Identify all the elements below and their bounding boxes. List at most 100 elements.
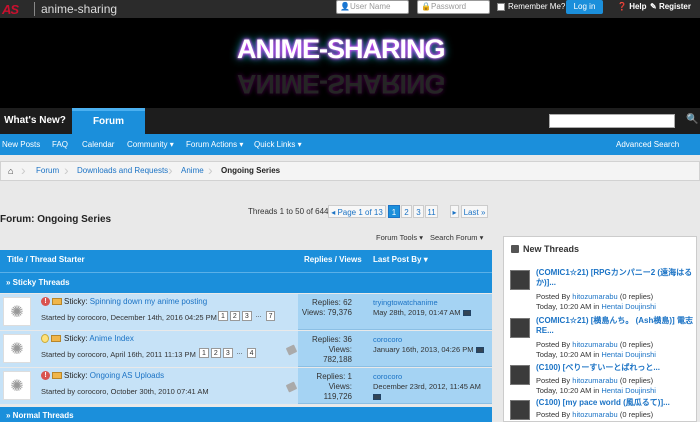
page-button-1[interactable]: 1 bbox=[388, 205, 400, 218]
poster-link[interactable]: hitozumarabu bbox=[572, 292, 617, 301]
breadcrumb-current: Ongoing Series bbox=[221, 166, 281, 175]
sticky-prefix: Sticky: bbox=[64, 334, 88, 343]
subnav-new-posts[interactable]: New Posts bbox=[2, 134, 40, 155]
last-post-user[interactable]: corocoro bbox=[373, 372, 481, 382]
sticky-threads-header[interactable]: » Sticky Threads bbox=[0, 272, 492, 293]
banner-reflection: ANIME-SHARING bbox=[237, 69, 445, 99]
last-post-date: December 23rd, 2012, 11:45 AM bbox=[373, 382, 481, 391]
community-label: Community bbox=[127, 140, 168, 149]
normal-threads-label: » Normal Threads bbox=[6, 411, 74, 420]
mini-page-1[interactable]: 1 bbox=[218, 311, 228, 321]
thread-thumbnail[interactable]: ✺ bbox=[3, 334, 31, 363]
logo-name: anime-sharing bbox=[41, 2, 118, 16]
top-bar: AS anime-sharing 👤 User Name 🔒 Password Re… bbox=[0, 0, 700, 18]
thread-avatar[interactable] bbox=[510, 318, 530, 338]
remember-label: Remember Me? bbox=[508, 2, 566, 11]
subnav-quick-links[interactable]: Quick Links ▾ bbox=[254, 134, 302, 155]
page-button-3[interactable]: 3 bbox=[413, 205, 424, 218]
normal-threads-header[interactable]: » Normal Threads bbox=[0, 407, 492, 422]
thread-starter: Started by corocoro, October 30th, 2010 … bbox=[41, 387, 209, 396]
go-to-post-icon[interactable] bbox=[475, 347, 484, 354]
forum-link[interactable]: Hentai Doujinshi bbox=[601, 302, 656, 311]
mini-page-last[interactable]: 7 bbox=[265, 311, 276, 321]
sidebar-thread-title[interactable]: (C100) [べりーすいーとぱれっと... bbox=[536, 363, 694, 373]
table-row: ✺ ! Sticky: Spinning down my anime posti… bbox=[0, 294, 492, 330]
thread-thumbnail[interactable]: ✺ bbox=[3, 371, 31, 400]
folder-icon bbox=[52, 298, 62, 305]
breadcrumb-separator: › bbox=[168, 162, 173, 178]
col-lastpost[interactable]: Last Post By ▾ bbox=[373, 250, 428, 270]
subnav-faq[interactable]: FAQ bbox=[52, 134, 68, 155]
forum-tools-dropdown[interactable]: Forum Tools ▾ bbox=[376, 233, 423, 242]
views-label: Views: bbox=[328, 345, 352, 354]
last-post-user[interactable]: tryingtowatchanime bbox=[373, 298, 471, 308]
banner-title[interactable]: ANIME-SHARING bbox=[237, 34, 445, 65]
chevron-down-icon: ▾ bbox=[239, 140, 244, 149]
col-replies[interactable]: Replies / Views bbox=[304, 250, 362, 270]
thread-avatar[interactable] bbox=[510, 270, 530, 290]
double-chevron-icon: » bbox=[480, 208, 486, 217]
forum-link[interactable]: Hentai Doujinshi bbox=[601, 350, 656, 359]
mini-page-2[interactable]: 2 bbox=[229, 311, 240, 321]
nav-forum[interactable]: Forum bbox=[72, 108, 145, 134]
search-forum-dropdown[interactable]: Search Forum ▾ bbox=[430, 233, 483, 242]
register-link[interactable]: ✎ Register bbox=[650, 2, 691, 11]
poster-link[interactable]: hitozumarabu bbox=[572, 410, 617, 419]
last-post-user[interactable]: corocoro bbox=[373, 335, 484, 345]
thread-title-link[interactable]: Spinning down my anime posting bbox=[90, 297, 207, 306]
site-logo[interactable]: AS anime-sharing bbox=[0, 0, 117, 18]
breadcrumb-forum[interactable]: Forum bbox=[36, 162, 59, 180]
quick-links-label: Quick Links bbox=[254, 140, 296, 149]
sidebar-title: New Threads bbox=[523, 244, 580, 254]
mini-page-3[interactable]: 3 bbox=[222, 348, 233, 358]
password-input[interactable]: 🔒 Password bbox=[417, 0, 490, 14]
breadcrumb-downloads[interactable]: Downloads and Requests bbox=[77, 162, 168, 180]
last-page-button[interactable]: Last » bbox=[461, 205, 488, 218]
sidebar-thread-title[interactable]: (COMIC1☆21) [横島んち。 (Ash横島)] 電志 RE... bbox=[536, 316, 694, 336]
mini-page-2[interactable]: 2 bbox=[210, 348, 221, 358]
thread-avatar[interactable] bbox=[510, 400, 530, 420]
next-page-icon[interactable]: ▸ bbox=[450, 205, 459, 218]
remember-me[interactable]: Remember Me? bbox=[497, 2, 565, 11]
go-to-post-icon[interactable] bbox=[462, 310, 471, 317]
subnav-forum-actions[interactable]: Forum Actions ▾ bbox=[186, 134, 243, 155]
login-button[interactable]: Log in bbox=[566, 0, 603, 14]
mini-page-1[interactable]: 1 bbox=[199, 348, 209, 358]
posted-by-label: Posted By bbox=[536, 340, 571, 349]
search-icon[interactable]: 🔍 bbox=[686, 114, 698, 125]
sticky-prefix: Sticky: bbox=[64, 371, 88, 380]
posted-by-line: Posted By hitozumarabu (0 replies) bbox=[536, 292, 656, 302]
sidebar-thread-title[interactable]: (COMIC1☆21) [RPGカンパニー2 (遠海はるか)]... bbox=[536, 268, 694, 288]
thread-avatar[interactable] bbox=[510, 365, 530, 385]
mini-page-3[interactable]: 3 bbox=[241, 311, 252, 321]
sidebar-thread-title[interactable]: (C100) [my pace world (風瓜るて)]... bbox=[536, 398, 694, 408]
subnav-advanced-search[interactable]: Advanced Search bbox=[616, 134, 679, 155]
col-title[interactable]: Title / Thread Starter bbox=[7, 250, 85, 270]
mini-page-last[interactable]: 4 bbox=[246, 348, 257, 358]
search-input[interactable] bbox=[549, 114, 675, 128]
poster-link[interactable]: hitozumarabu bbox=[572, 340, 617, 349]
thread-title-link[interactable]: Anime Index bbox=[89, 334, 133, 343]
home-icon[interactable]: ⌂ bbox=[8, 162, 13, 180]
go-to-post-icon[interactable] bbox=[373, 394, 381, 401]
forum-link[interactable]: Hentai Doujinshi bbox=[601, 386, 656, 395]
subnav-community[interactable]: Community ▾ bbox=[127, 134, 174, 155]
poster-link[interactable]: hitozumarabu bbox=[572, 376, 617, 385]
help-link[interactable]: ❓ Help bbox=[617, 2, 647, 11]
page-of-dropdown[interactable]: ◂ Page 1 of 13 bbox=[328, 205, 386, 218]
thread-title-link[interactable]: Ongoing AS Uploads bbox=[90, 371, 164, 380]
breadcrumb-anime[interactable]: Anime bbox=[181, 162, 204, 180]
remember-checkbox[interactable] bbox=[497, 2, 505, 11]
posted-by-label: Posted By bbox=[536, 376, 571, 385]
page-button-2[interactable]: 2 bbox=[401, 205, 412, 218]
search-forum-label: Search Forum bbox=[430, 233, 478, 242]
sub-nav: New Posts FAQ Calendar Community ▾ Forum… bbox=[0, 134, 700, 155]
subnav-calendar[interactable]: Calendar bbox=[82, 134, 114, 155]
posted-time: Today, 10:20 AM in bbox=[536, 386, 600, 395]
page-button-11[interactable]: 11 bbox=[425, 205, 438, 218]
breadcrumb: ⌂ › Forum › Downloads and Requests › Ani… bbox=[0, 161, 700, 181]
thread-thumbnail[interactable]: ✺ bbox=[3, 297, 31, 326]
nav-whats-new[interactable]: What's New? bbox=[0, 108, 70, 134]
username-input[interactable]: 👤 User Name bbox=[336, 0, 409, 14]
posted-by-line: Posted By hitozumarabu (0 replies) bbox=[536, 410, 653, 420]
